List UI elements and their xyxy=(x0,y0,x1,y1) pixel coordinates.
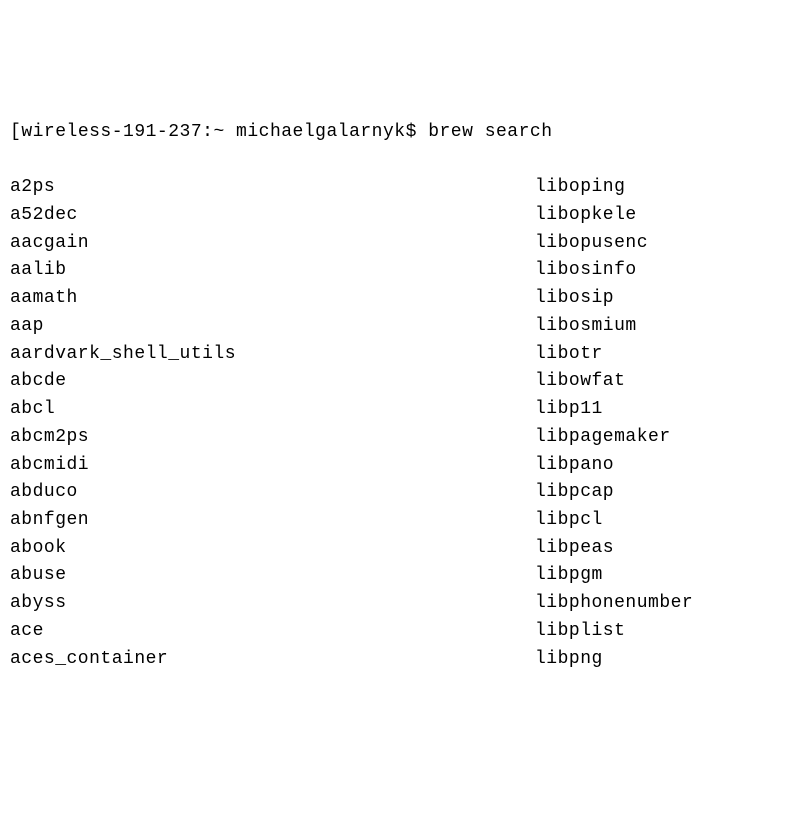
list-item: aardvark_shell_utils xyxy=(10,341,535,369)
list-item: libotr xyxy=(535,341,780,369)
list-item: aalib xyxy=(10,257,535,285)
list-item: abnfgen xyxy=(10,507,535,535)
list-item: libpgm xyxy=(535,562,780,590)
list-item: libopusenc xyxy=(535,230,780,258)
list-item: ace xyxy=(10,618,535,646)
list-item: libphonenumber xyxy=(535,590,780,618)
command-text[interactable]: brew search xyxy=(428,122,552,142)
list-item: abcde xyxy=(10,368,535,396)
list-item: abuse xyxy=(10,562,535,590)
list-item: libopkele xyxy=(535,202,780,230)
list-item: libosinfo xyxy=(535,257,780,285)
prompt-line: [wireless-191-237:~ michaelgalarnyk$ bre… xyxy=(10,119,780,147)
list-item: aamath xyxy=(10,285,535,313)
list-item: abcmidi xyxy=(10,452,535,480)
list-item: libpcap xyxy=(535,479,780,507)
list-item: libosip xyxy=(535,285,780,313)
list-item: libpcl xyxy=(535,507,780,535)
list-item: libowfat xyxy=(535,368,780,396)
list-item: libpano xyxy=(535,452,780,480)
list-item: abyss xyxy=(10,590,535,618)
list-item: abduco xyxy=(10,479,535,507)
package-column-left: a2ps a52dec aacgain aalib aamath aap aar… xyxy=(10,174,535,673)
list-item: abook xyxy=(10,535,535,563)
prompt-dollar: $ xyxy=(406,122,429,142)
list-item: abcl xyxy=(10,396,535,424)
prompt-host-path: wireless-191-237:~ michaelgalarnyk xyxy=(21,122,405,142)
list-item: aacgain xyxy=(10,230,535,258)
list-item: aap xyxy=(10,313,535,341)
output-columns: a2ps a52dec aacgain aalib aamath aap aar… xyxy=(10,174,780,673)
list-item: libpng xyxy=(535,646,780,674)
package-column-right: liboping libopkele libopusenc libosinfo … xyxy=(535,174,780,673)
list-item: aces_container xyxy=(10,646,535,674)
list-item: libp11 xyxy=(535,396,780,424)
list-item: libosmium xyxy=(535,313,780,341)
prompt-bracket: [ xyxy=(10,122,21,142)
list-item: a2ps xyxy=(10,174,535,202)
list-item: abcm2ps xyxy=(10,424,535,452)
list-item: libpagemaker xyxy=(535,424,780,452)
list-item: libplist xyxy=(535,618,780,646)
list-item: libpeas xyxy=(535,535,780,563)
list-item: liboping xyxy=(535,174,780,202)
list-item: a52dec xyxy=(10,202,535,230)
